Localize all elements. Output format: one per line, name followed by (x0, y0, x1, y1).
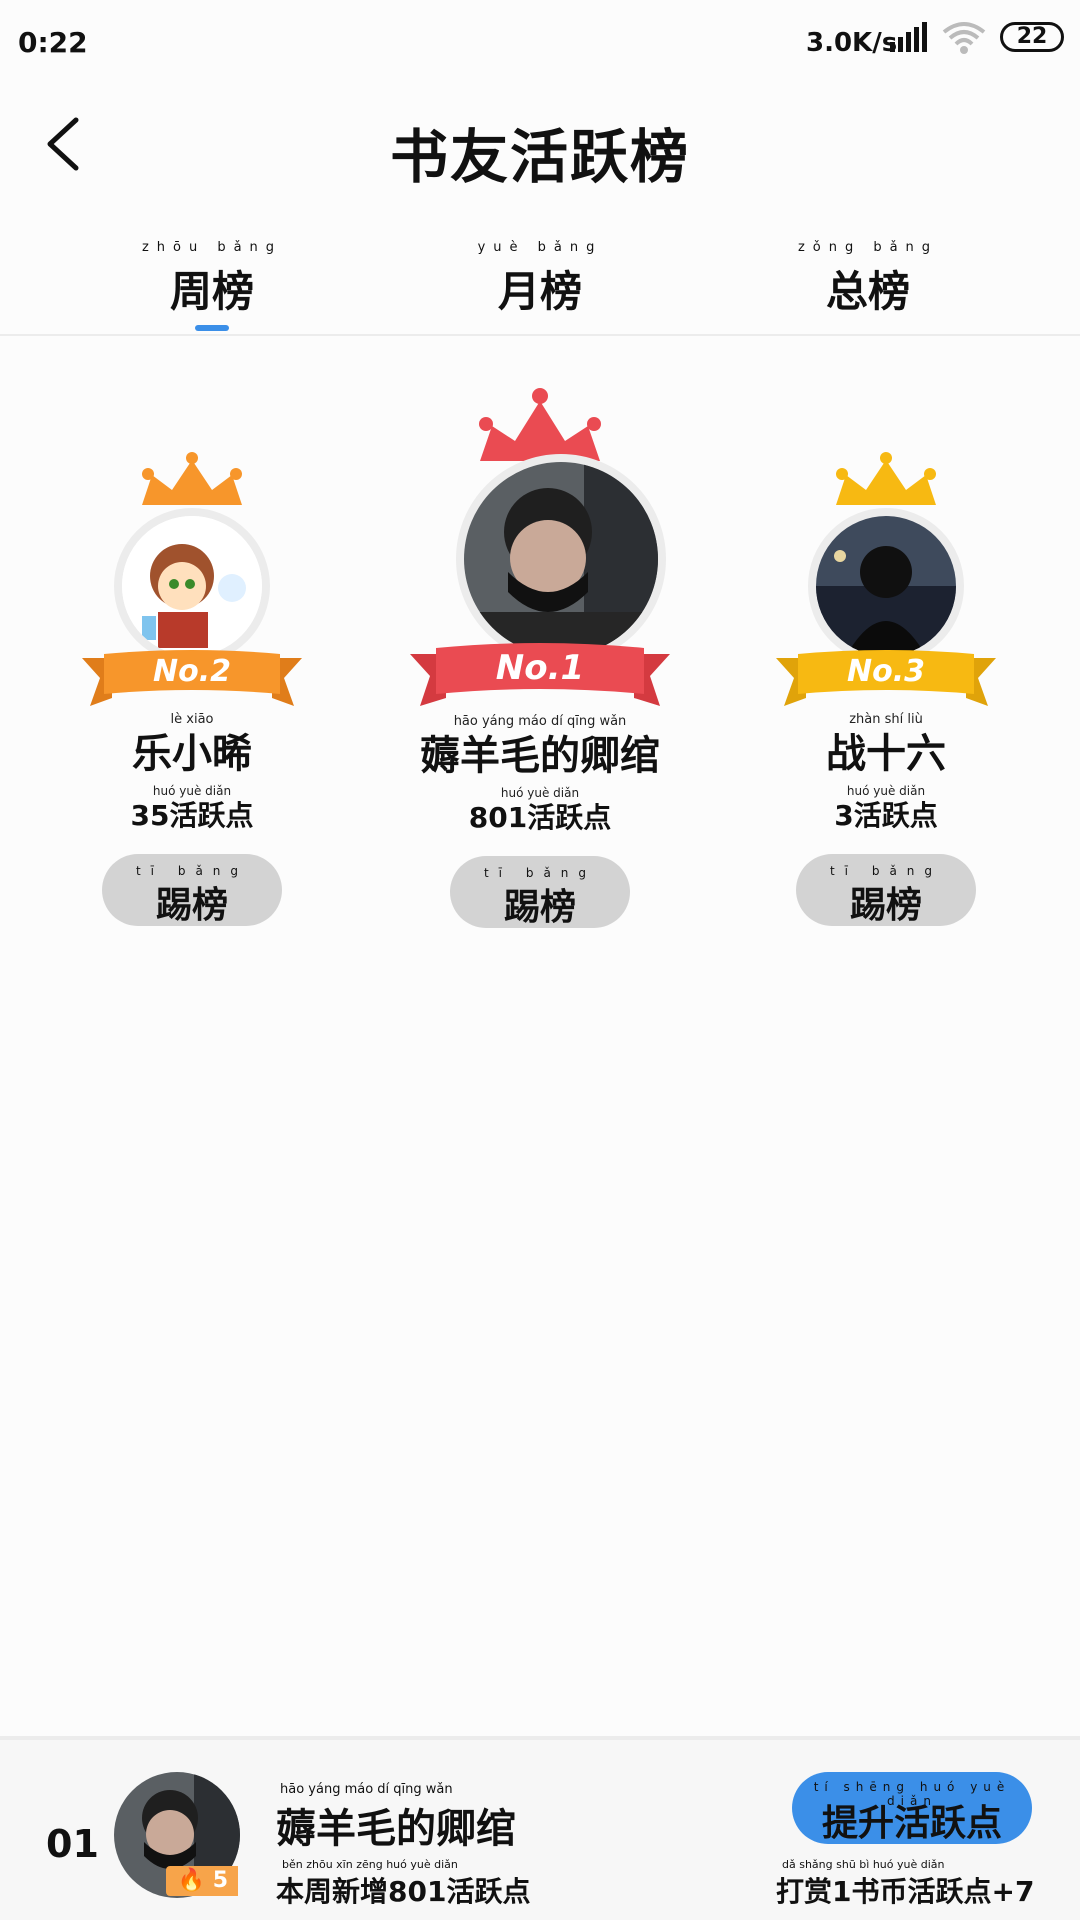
my-name: 薅羊毛的卿绾 (276, 1806, 516, 1852)
battery-icon: 22 (1000, 22, 1064, 52)
page-title: 书友活跃榜 (389, 123, 690, 191)
active-tab-indicator (195, 325, 229, 331)
tab-label: 月榜 (497, 267, 582, 316)
podium-rank-1: No.1 hāo yáng máo dí qīng wǎn 薅羊毛的卿绾 huó… (390, 386, 690, 928)
wifi-icon (942, 22, 986, 54)
avatar[interactable] (808, 508, 964, 664)
tab-weekly[interactable]: zhōu bǎng 周榜 (132, 240, 292, 331)
photo-avatar-image (816, 516, 956, 656)
tab-monthly[interactable]: yuè bǎng 月榜 (460, 240, 620, 319)
rank-label: No.1 (495, 648, 585, 688)
my-rank-number: 01 (46, 1822, 99, 1866)
kick-label: 踢榜 (503, 887, 576, 928)
activity-points: 3活跃点 (834, 799, 938, 832)
boost-label: 提升活跃点 (821, 1803, 1002, 1844)
status-time: 0:22 (18, 26, 88, 59)
kick-label: 踢榜 (849, 885, 922, 926)
tab-label: 周榜 (169, 267, 254, 316)
photo-avatar-image (464, 462, 658, 656)
cartoon-avatar-image (122, 516, 262, 656)
tab-total[interactable]: zǒng bǎng 总榜 (788, 240, 948, 319)
rank-label: No.2 (153, 654, 231, 689)
avatar[interactable] (456, 454, 666, 664)
points-pinyin: huó yuè diǎn (152, 784, 232, 798)
fire-level-badge: 🔥 5 (166, 1866, 238, 1896)
kick-button[interactable]: tī bǎng 踢榜 (450, 856, 630, 928)
kick-button[interactable]: tī bǎng 踢榜 (102, 854, 282, 926)
my-rank-bar: 01 🔥 5 hāo yáng máo dí qīng wǎn 薅羊毛的卿绾 b… (0, 1736, 1080, 1920)
podium-rank-3: No.3 zhàn shí liù 战十六 huó yuè diǎn 3活跃点 … (736, 450, 1036, 926)
crown-icon (836, 452, 936, 505)
kick-button[interactable]: tī bǎng 踢榜 (796, 854, 976, 926)
header: 书友活跃榜 (0, 90, 1080, 200)
crown-icon (479, 388, 601, 461)
signal-icon (890, 22, 927, 52)
activity-points: 801活跃点 (468, 801, 612, 834)
name-pinyin: hāo yáng máo dí qīng wǎn (453, 714, 627, 729)
points-pinyin: huó yuè diǎn (846, 784, 926, 798)
my-name-pinyin: hāo yáng máo dí qīng wǎn (280, 1782, 453, 1797)
fire-icon: 🔥 (177, 1868, 206, 1893)
rank-label: No.3 (847, 654, 925, 689)
tab-label: 总榜 (825, 267, 910, 316)
tab-pinyin: yuè bǎng (477, 240, 603, 255)
tab-bar: zhōu bǎng 周榜 yuè bǎng 月榜 zǒng bǎng 总榜 (0, 240, 1080, 336)
points-pinyin: huó yuè diǎn (500, 786, 580, 800)
user-name: 乐小晞 (132, 731, 252, 777)
activity-points: 35活跃点 (130, 799, 254, 832)
name-pinyin: zhàn shí liù (849, 712, 923, 727)
user-name: 薅羊毛的卿绾 (420, 733, 660, 779)
crown-icon (142, 452, 242, 505)
avatar[interactable] (114, 508, 270, 664)
kick-label: 踢榜 (155, 885, 228, 926)
podium-rank-2: No.2 lè xiāo 乐小晞 huó yuè diǎn 35活跃点 tī b… (42, 450, 342, 926)
tab-pinyin: zǒng bǎng (797, 240, 939, 255)
user-name: 战十六 (826, 731, 946, 777)
status-bar: 0:22 3.0K/s 22 (0, 0, 1080, 80)
tab-pinyin: zhōu bǎng (141, 240, 283, 255)
my-weekly-stat: 本周新增801活跃点 (276, 1875, 531, 1908)
boost-activity-button[interactable]: tí shēng huó yuè diǎn 提升活跃点 (792, 1772, 1032, 1844)
network-speed: 3.0K/s (806, 28, 898, 58)
level-number: 5 (212, 1868, 228, 1893)
name-pinyin: lè xiāo (170, 712, 214, 727)
boost-note: 打赏1书币活跃点+7 (776, 1875, 1035, 1908)
